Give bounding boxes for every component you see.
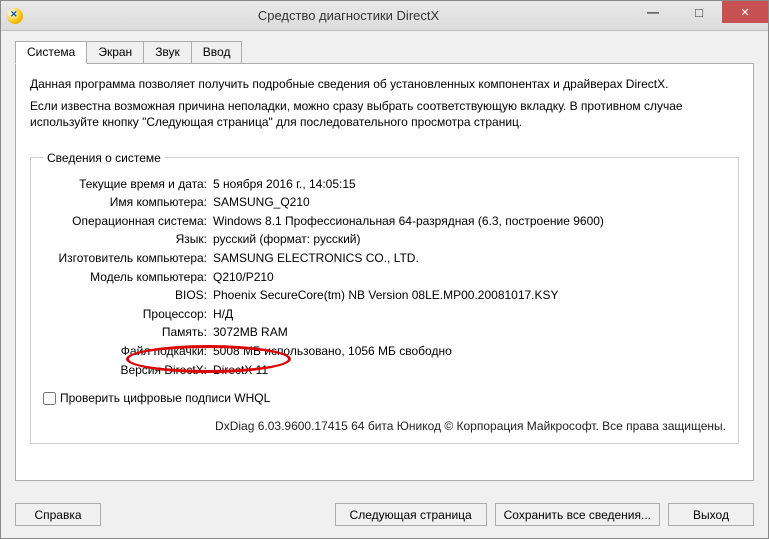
tab-panel-system: Данная программа позволяет получить подр… bbox=[15, 63, 754, 481]
value-bios: Phoenix SecureCore(tm) NB Version 08LE.M… bbox=[213, 286, 726, 305]
system-info-group: Сведения о системе Текущие время и дата:… bbox=[30, 151, 739, 445]
whql-label[interactable]: Проверить цифровые подписи WHQL bbox=[60, 391, 270, 405]
value-memory: 3072MB RAM bbox=[213, 323, 726, 342]
tab-input[interactable]: Ввод bbox=[191, 41, 243, 64]
whql-row: Проверить цифровые подписи WHQL bbox=[43, 391, 726, 405]
dxdiag-footer: DxDiag 6.03.9600.17415 64 бита Юникод © … bbox=[43, 419, 726, 433]
content-area: Система Экран Звук Ввод Данная программа… bbox=[1, 31, 768, 493]
intro-p1: Данная программа позволяет получить подр… bbox=[30, 76, 739, 92]
label-os: Операционная система: bbox=[43, 212, 213, 231]
dxdiag-icon bbox=[7, 8, 23, 24]
intro-p2: Если известна возможная причина неполадк… bbox=[30, 98, 739, 130]
row-os: Операционная система: Windows 8.1 Профес… bbox=[43, 212, 726, 231]
spacer bbox=[109, 503, 327, 526]
label-processor: Процессор: bbox=[43, 305, 213, 324]
label-memory: Память: bbox=[43, 323, 213, 342]
row-pagefile: Файл подкачки: 5008 МБ использовано, 105… bbox=[43, 342, 726, 361]
maximize-button[interactable] bbox=[676, 1, 722, 23]
row-processor: Процессор: Н/Д bbox=[43, 305, 726, 324]
tab-screen[interactable]: Экран bbox=[86, 41, 144, 64]
row-language: Язык: русский (формат: русский) bbox=[43, 230, 726, 249]
value-processor: Н/Д bbox=[213, 305, 726, 324]
button-bar: Справка Следующая страница Сохранить все… bbox=[1, 493, 768, 538]
row-bios: BIOS: Phoenix SecureCore(tm) NB Version … bbox=[43, 286, 726, 305]
label-model: Модель компьютера: bbox=[43, 268, 213, 287]
minimize-button[interactable] bbox=[630, 1, 676, 23]
value-pagefile: 5008 МБ использовано, 1056 МБ свободно bbox=[213, 342, 726, 361]
row-computername: Имя компьютера: SAMSUNG_Q210 bbox=[43, 193, 726, 212]
whql-checkbox[interactable] bbox=[43, 392, 56, 405]
value-directx-version: DirectX 11 bbox=[213, 361, 726, 380]
tab-strip: Система Экран Звук Ввод bbox=[15, 41, 754, 64]
row-directx-version: Версия DirectX: DirectX 11 bbox=[43, 361, 726, 380]
label-datetime: Текущие время и дата: bbox=[43, 175, 213, 194]
value-os: Windows 8.1 Профессиональная 64-разрядна… bbox=[213, 212, 726, 231]
label-directx-version: Версия DirectX: bbox=[43, 361, 213, 380]
row-model: Модель компьютера: Q210/P210 bbox=[43, 268, 726, 287]
value-computername: SAMSUNG_Q210 bbox=[213, 193, 726, 212]
value-manufacturer: SAMSUNG ELECTRONICS CO., LTD. bbox=[213, 249, 726, 268]
exit-button[interactable]: Выход bbox=[668, 503, 754, 526]
row-datetime: Текущие время и дата: 5 ноября 2016 г., … bbox=[43, 175, 726, 194]
row-memory: Память: 3072MB RAM bbox=[43, 323, 726, 342]
window-controls bbox=[630, 1, 768, 23]
label-manufacturer: Изготовитель компьютера: bbox=[43, 249, 213, 268]
tab-system[interactable]: Система bbox=[15, 41, 87, 64]
dxdiag-window: Средство диагностики DirectX Система Экр… bbox=[0, 0, 769, 539]
close-button[interactable] bbox=[722, 1, 768, 23]
label-bios: BIOS: bbox=[43, 286, 213, 305]
row-manufacturer: Изготовитель компьютера: SAMSUNG ELECTRO… bbox=[43, 249, 726, 268]
help-button[interactable]: Справка bbox=[15, 503, 101, 526]
save-all-button[interactable]: Сохранить все сведения... bbox=[495, 503, 660, 526]
intro-text: Данная программа позволяет получить подр… bbox=[30, 76, 739, 137]
titlebar[interactable]: Средство диагностики DirectX bbox=[1, 1, 768, 31]
value-model: Q210/P210 bbox=[213, 268, 726, 287]
label-computername: Имя компьютера: bbox=[43, 193, 213, 212]
next-page-button[interactable]: Следующая страница bbox=[335, 503, 487, 526]
system-info-legend: Сведения о системе bbox=[43, 151, 165, 165]
value-language: русский (формат: русский) bbox=[213, 230, 726, 249]
tab-sound[interactable]: Звук bbox=[143, 41, 192, 64]
label-language: Язык: bbox=[43, 230, 213, 249]
label-pagefile: Файл подкачки: bbox=[43, 342, 213, 361]
value-datetime: 5 ноября 2016 г., 14:05:15 bbox=[213, 175, 726, 194]
